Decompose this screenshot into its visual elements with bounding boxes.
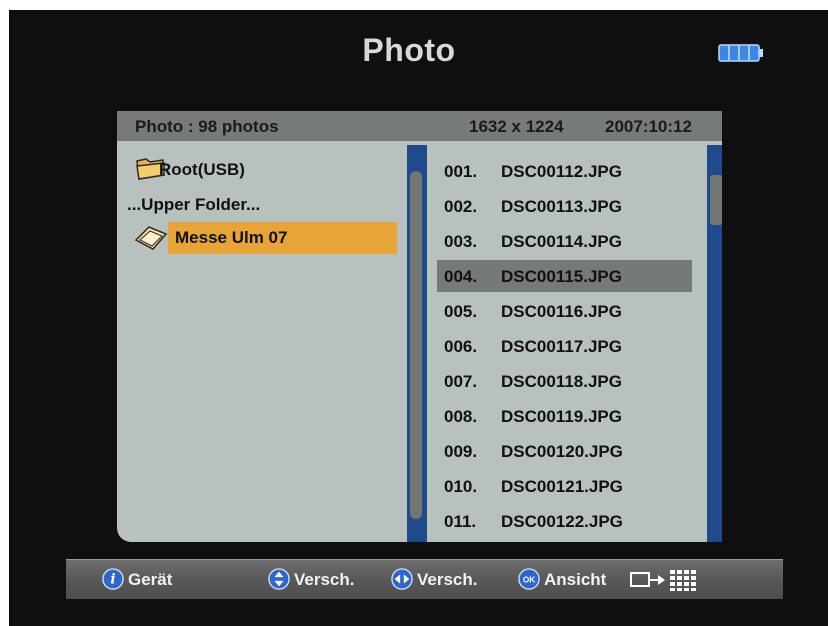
browser-panel: Photo : 98 photos 1632 x 1224 2007:10:12… bbox=[117, 111, 722, 542]
file-item[interactable]: 003. DSC00114.JPG bbox=[437, 225, 692, 257]
file-number: 007. bbox=[444, 372, 478, 391]
file-name: DSC00119.JPG bbox=[501, 407, 622, 426]
file-item[interactable]: 007. DSC00118.JPG bbox=[437, 365, 692, 397]
folder-scrollbar-thumb[interactable] bbox=[410, 171, 422, 519]
page-title: Photo bbox=[362, 32, 456, 68]
file-number: 009. bbox=[444, 442, 478, 461]
file-item-selected[interactable]: 004. DSC00115.JPG bbox=[437, 260, 692, 292]
file-item[interactable]: 002. DSC00113.JPG bbox=[437, 190, 692, 222]
help-thumbnail bbox=[630, 568, 710, 592]
help-move-leftright: Versch. bbox=[391, 568, 511, 592]
file-number: 010. bbox=[444, 477, 478, 496]
file-item[interactable]: 006. DSC00117.JPG bbox=[437, 330, 692, 362]
photo-date: 2007:10:12 bbox=[605, 117, 692, 136]
file-item[interactable]: 008. DSC00119.JPG bbox=[437, 400, 692, 432]
help-bar: i Gerät Versch. Versch. OK Ansicht bbox=[66, 559, 783, 599]
file-name: DSC00118.JPG bbox=[501, 372, 622, 391]
folder-item-messe-ulm[interactable]: Messe Ulm 07 bbox=[127, 222, 397, 254]
file-item[interactable]: 010. DSC00121.JPG bbox=[437, 470, 692, 502]
svg-text:i: i bbox=[110, 572, 115, 588]
left-right-arrow-icon bbox=[391, 568, 413, 590]
folder-label: Messe Ulm 07 bbox=[175, 228, 288, 247]
help-device-label: Gerät bbox=[128, 570, 173, 589]
file-number: 011. bbox=[444, 512, 477, 531]
folder-label: Root(USB) bbox=[159, 160, 245, 179]
tv-screen: Photo Photo : 98 photos 1632 x 1224 2007… bbox=[9, 10, 828, 626]
file-item[interactable]: 001. DSC00112.JPG bbox=[437, 155, 692, 187]
ok-icon: OK bbox=[518, 568, 540, 590]
file-name: DSC00122.JPG bbox=[501, 512, 623, 531]
help-view-label: Ansicht bbox=[544, 570, 607, 589]
file-item[interactable]: 005. DSC00116.JPG bbox=[437, 295, 692, 327]
file-name: DSC00113.JPG bbox=[501, 197, 622, 216]
file-name: DSC00115.JPG bbox=[501, 267, 622, 286]
file-list: 001. DSC00112.JPG 002. DSC00113.JPG 003.… bbox=[437, 155, 695, 540]
svg-text:OK: OK bbox=[523, 576, 535, 585]
help-device: i Gerät bbox=[102, 568, 232, 592]
file-number: 008. bbox=[444, 407, 478, 426]
file-name: DSC00121.JPG bbox=[501, 477, 623, 496]
file-number: 001. bbox=[444, 162, 478, 181]
file-name: DSC00114.JPG bbox=[501, 232, 622, 251]
help-move-updown: Versch. bbox=[268, 568, 398, 592]
file-scrollbar-thumb[interactable] bbox=[710, 175, 722, 225]
file-number: 005. bbox=[444, 302, 478, 321]
file-number: 003. bbox=[444, 232, 478, 251]
file-item[interactable]: 011. DSC00122.JPG bbox=[437, 505, 692, 537]
file-number: 002. bbox=[444, 197, 478, 216]
thumbnail-grid-icon bbox=[630, 570, 696, 591]
info-bar: Photo : 98 photos 1632 x 1224 2007:10:12 bbox=[117, 111, 722, 141]
info-icon: i bbox=[102, 568, 124, 590]
help-move-leftright-label: Versch. bbox=[417, 570, 478, 589]
folder-item-root[interactable]: Root(USB) bbox=[127, 155, 377, 183]
file-number: 006. bbox=[444, 337, 478, 356]
photo-count: Photo : 98 photos bbox=[135, 117, 279, 136]
file-name: DSC00120.JPG bbox=[501, 442, 623, 461]
folder-item-upper[interactable]: ...Upper Folder... bbox=[127, 190, 377, 218]
up-down-arrow-icon bbox=[268, 568, 290, 590]
open-folder-icon bbox=[134, 226, 168, 250]
file-name: DSC00116.JPG bbox=[501, 302, 622, 321]
file-name: DSC00117.JPG bbox=[501, 337, 622, 356]
file-item[interactable]: 009. DSC00120.JPG bbox=[437, 435, 692, 467]
file-name: DSC00112.JPG bbox=[501, 162, 622, 181]
help-move-updown-label: Versch. bbox=[294, 570, 355, 589]
file-number: 004. bbox=[444, 267, 478, 286]
photo-resolution: 1632 x 1224 bbox=[469, 117, 564, 136]
battery-icon bbox=[718, 44, 763, 62]
folder-label: ...Upper Folder... bbox=[127, 195, 261, 214]
